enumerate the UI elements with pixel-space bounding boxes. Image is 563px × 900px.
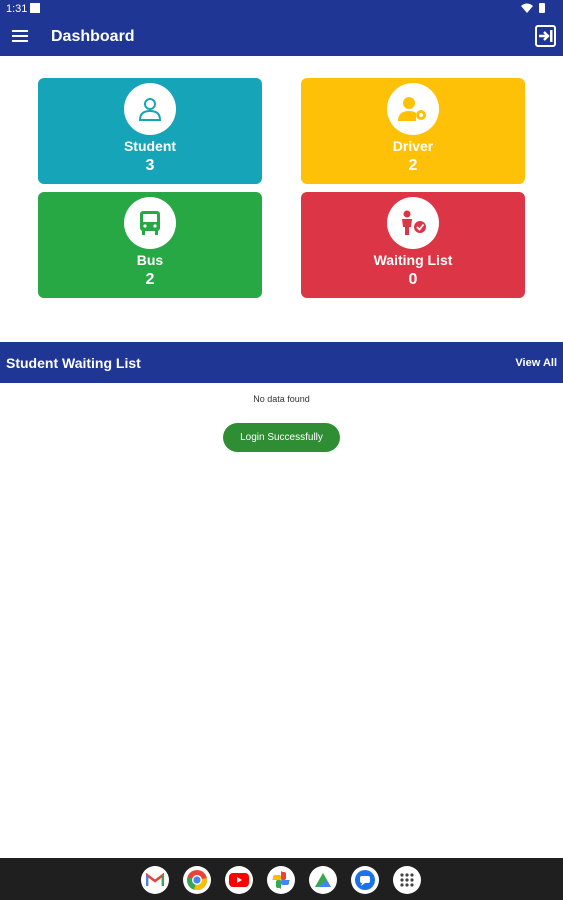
student-count: 3 [145,157,155,174]
status-bar: 1:31 [0,0,563,18]
person-check-icon [402,210,426,235]
wifi-icon [521,3,533,13]
chrome-icon[interactable] [183,866,211,894]
toolbar: Dashboard [0,18,563,56]
status-icons [521,3,545,13]
bus-icon [140,211,160,235]
bus-count: 2 [145,271,155,288]
app-header: 1:31 Dashboard [0,0,563,56]
files-icon[interactable] [309,866,337,894]
status-time: 1:31 [6,3,28,15]
page-title: Dashboard [51,28,135,45]
notification-icon [30,3,40,13]
gmail-icon[interactable] [141,866,169,894]
app-drawer-icon[interactable] [393,866,421,894]
photos-icon[interactable] [267,866,295,894]
logout-icon[interactable] [533,24,557,48]
driver-icon-circle [387,83,439,135]
person-icon [138,98,162,121]
waiting-list-card[interactable]: Waiting List 0 [301,192,525,298]
student-label: Student [123,138,177,154]
empty-state-text: No data found [253,394,310,404]
bus-card[interactable]: Bus 2 [38,192,262,298]
bus-label: Bus [136,252,164,268]
battery-icon [539,3,545,13]
waiting-list-label: Waiting List [373,252,453,268]
user-gear-icon [398,97,426,121]
student-icon-circle [124,83,176,135]
system-dock [0,858,563,900]
waiting-list-count: 0 [408,271,418,288]
waiting-list-title: Student Waiting List [6,355,141,371]
driver-card[interactable]: Driver 2 [301,78,525,184]
toast-message: Login Successfully [223,423,340,452]
driver-count: 2 [408,157,418,174]
student-card[interactable]: Student 3 [38,78,262,184]
bus-icon-circle [124,197,176,249]
driver-label: Driver [392,138,434,154]
waiting-icon-circle [387,197,439,249]
view-all-link[interactable]: View All [515,357,557,369]
hamburger-menu-icon[interactable] [12,30,28,44]
youtube-icon[interactable] [225,866,253,894]
waiting-list-header: Student Waiting List View All [0,342,563,383]
messages-icon[interactable] [351,866,379,894]
